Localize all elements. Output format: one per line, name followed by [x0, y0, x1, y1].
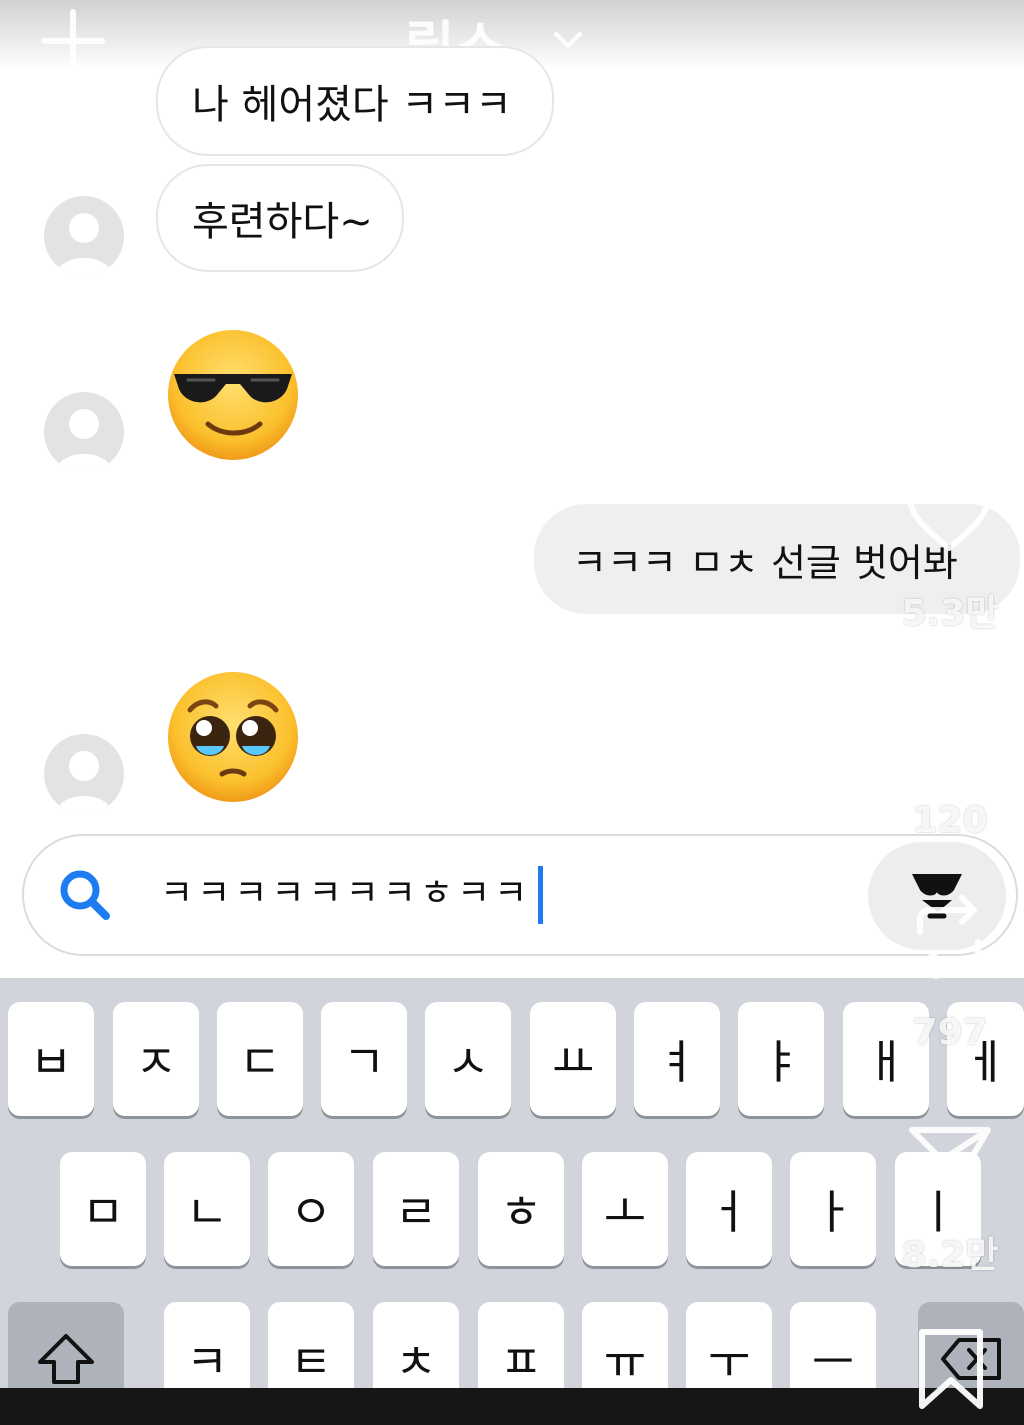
keyboard: ㅂ ㅈ ㄷ ㄱ ㅅ ㅛ ㅕ ㅑ ㅐ ㅔ ㅁ ㄴ ㅇ ㄹ ㅎ ㅗ ㅓ ㅏ ㅣ ㅋ …: [0, 978, 1024, 1425]
bottom-bar: [0, 1388, 1024, 1425]
key-eo[interactable]: ㅓ: [686, 1152, 772, 1266]
key-ieung[interactable]: ㅇ: [268, 1152, 354, 1266]
message-text: ㅋㅋㅋ ㅁㅊ 선글 벗어봐: [572, 540, 958, 585]
key-rieul[interactable]: ㄹ: [373, 1152, 459, 1266]
key-siot[interactable]: ㅅ: [425, 1002, 511, 1116]
message-bubble: 후련하다~: [156, 164, 404, 272]
key-ya[interactable]: ㅑ: [738, 1002, 824, 1116]
search-input[interactable]: ㅋㅋㅋㅋㅋㅋㅋㅎㅋㅋ: [160, 864, 531, 916]
search-icon[interactable]: [56, 866, 114, 924]
send-icon[interactable]: [904, 1118, 994, 1208]
message-text: 나 헤어졌다 ㅋㅋㅋ: [192, 82, 512, 128]
avatar[interactable]: [44, 392, 124, 472]
key-nieun[interactable]: ㄴ: [164, 1152, 250, 1266]
repost-count: 797: [912, 1012, 988, 1053]
key-giyeok[interactable]: ㄱ: [321, 1002, 407, 1116]
key-digeut[interactable]: ㄷ: [217, 1002, 303, 1116]
like-count: 5.3만: [901, 593, 999, 634]
repost-icon[interactable]: [904, 892, 994, 982]
key-jieut[interactable]: ㅈ: [113, 1002, 199, 1116]
chevron-down-icon[interactable]: [548, 20, 588, 60]
key-hieut[interactable]: ㅎ: [478, 1152, 564, 1266]
avatar[interactable]: [44, 734, 124, 814]
comment-count: 120: [912, 800, 988, 841]
pleading-face-emoji: [168, 672, 298, 802]
bookmark-icon[interactable]: [906, 1322, 996, 1412]
sunglasses-emoji: [168, 330, 298, 460]
heart-icon[interactable]: [904, 470, 994, 560]
message-bubble: 나 헤어졌다 ㅋㅋㅋ: [156, 46, 554, 156]
key-o[interactable]: ㅗ: [582, 1152, 668, 1266]
message-text: 후련하다~: [192, 199, 373, 245]
key-yeo[interactable]: ㅕ: [634, 1002, 720, 1116]
plus-icon[interactable]: [40, 8, 106, 74]
text-caret: [538, 866, 543, 924]
comment-icon[interactable]: [904, 682, 994, 772]
key-yo[interactable]: ㅛ: [530, 1002, 616, 1116]
key-a[interactable]: ㅏ: [790, 1152, 876, 1266]
avatar[interactable]: [44, 196, 124, 276]
shift-icon: [38, 1334, 94, 1384]
key-mieum[interactable]: ㅁ: [60, 1152, 146, 1266]
share-count: 8.2만: [901, 1235, 999, 1276]
key-bieup[interactable]: ㅂ: [8, 1002, 94, 1116]
